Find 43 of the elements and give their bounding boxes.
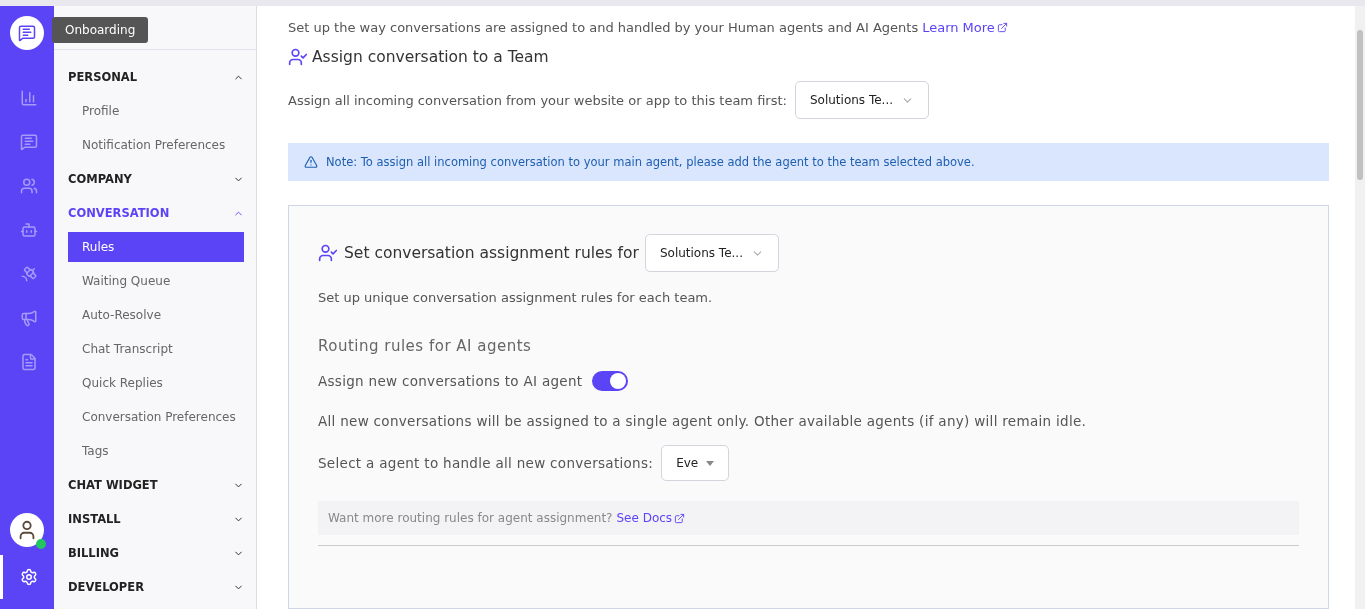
card-description: Set up unique conversation assignment rules for each team. <box>318 290 714 305</box>
sidebar-item[interactable]: Chat Transcript <box>68 332 244 366</box>
sidebar-item[interactable]: Auto-Resolve <box>68 298 244 332</box>
tip-text: Want more routing rules for agent assignment? <box>328 511 613 525</box>
toggle-description: All new conversations will be assigned to a single agent only. Other available agents (if any) will remain idle. <box>318 413 1087 429</box>
intro-text: Set up the way conversations are assigned to and handled by your Human agents and AI Agents <box>288 20 919 35</box>
section-header[interactable]: DEVELOPER <box>68 580 144 594</box>
learn-more-link[interactable]: Learn More <box>922 20 1008 35</box>
warning-icon <box>304 155 318 169</box>
agent-dropdown[interactable]: Eve <box>661 445 730 481</box>
user-check-icon <box>288 47 308 67</box>
section-header[interactable]: CHAT WIDGET <box>68 478 158 492</box>
logo-icon[interactable] <box>10 16 44 50</box>
team-dropdown[interactable]: Solutions Te... <box>644 234 779 272</box>
section-header[interactable]: INSTALL <box>68 512 121 526</box>
team-label: Assign all incoming conversation from your website or app to this team first: <box>288 92 787 108</box>
tooltip: Onboarding <box>52 17 149 43</box>
card-heading: Set conversation assignment rules for <box>344 244 639 262</box>
ai-agent-toggle[interactable] <box>592 371 629 391</box>
scrollbar[interactable] <box>1355 6 1365 609</box>
sidebar-item[interactable]: Rules <box>68 232 244 262</box>
section-header[interactable]: BILLING <box>68 546 120 560</box>
sidebar-item[interactable]: Profile <box>68 94 244 128</box>
toggle-label: Assign new conversations to AI agent <box>318 373 583 389</box>
team-dropdown[interactable]: Solutions Te... <box>794 81 930 119</box>
caret-icon <box>706 460 715 466</box>
external-link-icon <box>674 512 686 524</box>
subheading: Routing rules for AI agents <box>318 337 532 355</box>
section-heading: Assign conversation to a Team <box>312 48 549 66</box>
sidebar-item[interactable]: Quick Replies <box>68 366 244 400</box>
section-header[interactable]: PERSONAL <box>68 70 138 84</box>
sidebar-item[interactable]: Conversation Preferences <box>68 400 244 434</box>
note-text: Note: To assign all incoming conversation to your main agent, please add the agent to the team selected above. <box>326 155 975 169</box>
section-header[interactable]: CONVERSATION <box>68 206 170 220</box>
user-check-icon <box>318 243 338 263</box>
sidebar-item[interactable]: Tags <box>68 434 244 468</box>
sidebar-item[interactable]: Notification Preferences <box>68 128 244 162</box>
sidebar-item[interactable]: Waiting Queue <box>68 264 244 298</box>
section-header[interactable]: COMPANY <box>68 172 132 186</box>
agent-label: Select a agent to handle all new conversations: <box>318 455 654 471</box>
external-link-icon <box>996 22 1008 33</box>
avatar[interactable] <box>10 513 44 547</box>
see-docs-link[interactable]: See Docs <box>616 511 686 525</box>
